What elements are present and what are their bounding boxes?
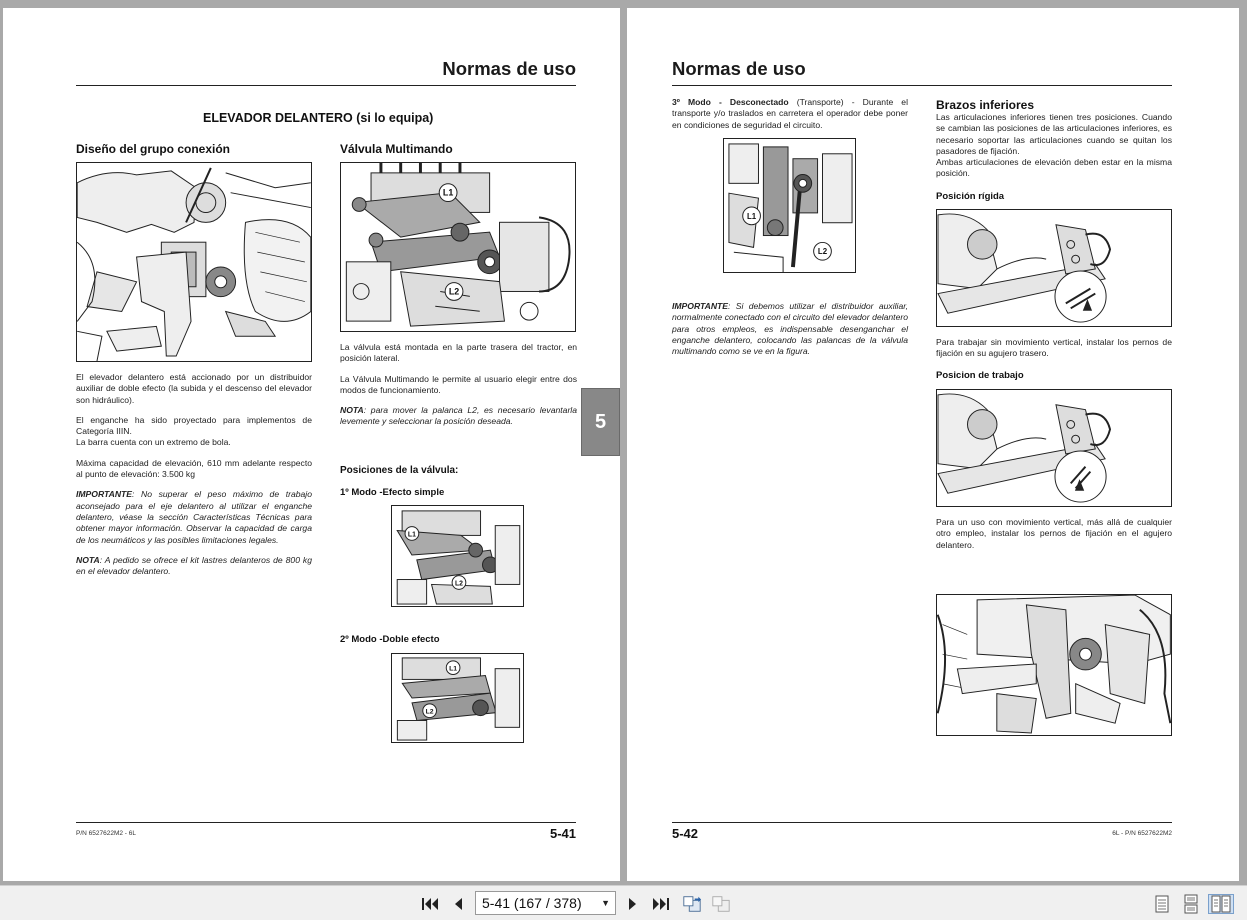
rigid-position-figure <box>936 209 1172 327</box>
first-page-icon[interactable] <box>420 894 440 914</box>
working-position-figure <box>936 389 1172 507</box>
important-label: IMPORTANTE <box>672 301 729 311</box>
header-rule <box>672 85 1172 86</box>
nota-text: : para mover la palanca L2, es necesario… <box>340 405 577 427</box>
mode-3-label: 3º Modo - Desconectado <box>672 97 789 107</box>
section-tab: 5 <box>581 388 620 456</box>
figure-label-l1: L1 <box>747 212 757 221</box>
figure-label-l1: L1 <box>449 666 457 673</box>
lower-arms-paragraph-1: Las articulaciones inferiores tienen tre… <box>936 112 1172 156</box>
col1-important-note: IMPORTANTE: No superar el peso máximo de… <box>76 489 312 545</box>
lower-arms-paragraph-2: Ambas articulaciones de elevación deben … <box>936 157 1172 179</box>
footer-rule <box>76 822 576 823</box>
page-header-title: Normas de uso <box>672 58 806 79</box>
front-linkage-figure <box>936 594 1172 736</box>
working-position-text: Para un uso con movimiento vertical, más… <box>936 517 1172 550</box>
col1-paragraph-1: El elevador delantero está accionado por… <box>76 372 312 405</box>
mode-2-label: 2º Modo -Doble efecto <box>340 634 440 645</box>
right-page: Normas de uso 3º Modo - Desconectado (Tr… <box>627 8 1239 881</box>
viewer-toolbar: 5-41 (167 / 378) ▼ <box>0 885 1247 920</box>
col1-heading: Diseño del grupo conexión <box>76 142 231 156</box>
last-page-icon[interactable] <box>651 894 671 914</box>
mode-1-label: 1º Modo -Efecto simple <box>340 487 445 498</box>
figure-label-l2: L2 <box>818 247 828 256</box>
figure-label-l1: L1 <box>443 188 453 198</box>
footer-page-number: 5-42 <box>672 826 699 841</box>
next-page-icon[interactable] <box>623 894 643 914</box>
nota-label: NOTA <box>340 405 364 416</box>
page-selector-value: 5-41 (167 / 378) <box>482 895 582 911</box>
single-page-icon[interactable] <box>1152 894 1172 914</box>
footer-part-number: 6L - P/N 6527622M2 <box>1112 830 1172 837</box>
header-rule <box>76 85 576 86</box>
col2-nota: NOTA: para mover la palanca L2, es neces… <box>340 405 577 428</box>
back-icon[interactable] <box>682 894 702 914</box>
important-label: IMPORTANTE <box>76 489 133 500</box>
footer-rule <box>672 822 1172 823</box>
left-page: Normas de uso ELEVADOR DELANTERO (si lo … <box>3 8 620 881</box>
footer-page-number: 5-41 <box>549 826 576 841</box>
col1-nota: NOTA: A pedido se ofrece el kit lastres … <box>76 555 312 578</box>
footer-part-number: P/N 6527622M2 - 6L <box>76 830 136 837</box>
col1-paragraph-2a: El enganche ha sido proyectado para impl… <box>76 414 312 437</box>
continuous-icon[interactable] <box>1181 894 1201 914</box>
mode-3-paragraph: 3º Modo - Desconectado (Transporte) - Du… <box>672 97 908 131</box>
mode-1-figure: L1 L2 <box>391 505 524 607</box>
col2-paragraph-1: La válvula está montada en la parte tras… <box>340 342 577 364</box>
col2-paragraph-2: La Válvula Multimando le permite al usua… <box>340 373 577 395</box>
chevron-down-icon: ▼ <box>601 898 610 908</box>
rigid-position-text: Para trabajar sin movimiento vertical, i… <box>936 337 1172 359</box>
coupling-group-figure <box>76 162 312 362</box>
figure-label-l2: L2 <box>426 709 434 716</box>
prev-page-icon[interactable] <box>448 894 468 914</box>
two-page-icon[interactable] <box>1208 894 1234 914</box>
mode-2-figure: L1 L2 <box>391 653 524 743</box>
col1-paragraph-3: Máxima capacidad de elevación, 610 mm ad… <box>76 457 312 480</box>
page-selector[interactable]: 5-41 (167 / 378) ▼ <box>475 891 616 915</box>
nota-label: NOTA <box>76 554 100 565</box>
mode-3-figure: L1 L2 <box>723 138 856 273</box>
nota-text: : A pedido se ofrece el kit lastres dela… <box>76 554 312 577</box>
multicontrol-valve-figure: L1 L2 <box>340 162 576 332</box>
valve-positions-heading: Posiciones de la válvula: <box>340 465 459 476</box>
forward-icon[interactable] <box>711 894 731 914</box>
col1-body: El elevador delantero está accionado por… <box>76 372 312 586</box>
rigid-position-heading: Posición rígida <box>936 191 1005 202</box>
working-position-heading: Posicion de trabajo <box>936 370 1024 381</box>
col2-heading: Válvula Multimando <box>340 142 453 156</box>
lower-arms-heading: Brazos inferiores <box>936 98 1035 112</box>
figure-label-l1: L1 <box>408 531 416 538</box>
page-header-title: Normas de uso <box>442 58 576 79</box>
right-important-note: IMPORTANTE: Si debemos utilizar el distr… <box>672 301 908 357</box>
figure-label-l2: L2 <box>455 580 463 587</box>
col2-body: La válvula está montada en la parte tras… <box>340 342 577 437</box>
col1-paragraph-2b: La barra cuenta con un extremo de bola. <box>76 437 231 448</box>
lower-arms-body: Las articulaciones inferiores tienen tre… <box>936 112 1172 189</box>
section-title: ELEVADOR DELANTERO (si lo equipa) <box>203 111 434 125</box>
figure-label-l2: L2 <box>449 286 459 296</box>
